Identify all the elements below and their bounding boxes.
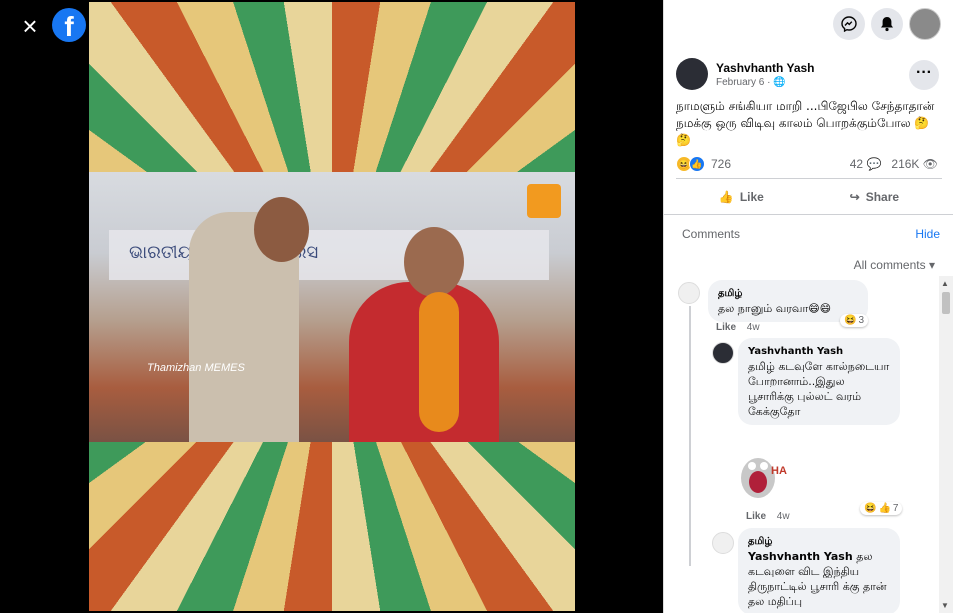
scroll-thumb[interactable] xyxy=(942,292,950,314)
post-date-text[interactable]: February 6 · xyxy=(716,77,773,88)
comment-author[interactable]: தமிழ் xyxy=(748,534,890,549)
comment-author[interactable]: Yashvhanth Yash xyxy=(748,344,890,359)
like-label: Like xyxy=(739,190,764,204)
video-banner-text: ଭାରତୀୟ ଜାତୀୟ କଂଗ୍ରେସ xyxy=(109,230,549,280)
scroll-up-arrow-icon[interactable]: ▲ xyxy=(941,279,949,288)
comments-header: Comments Hide xyxy=(664,214,953,252)
share-arrow-icon: ↪ xyxy=(849,190,860,204)
comment-meta: Like 4w xyxy=(716,322,760,333)
eye-icon: 👁 xyxy=(922,157,938,171)
comment-bubble: Yashvhanth Yash தமிழ் கடவுளே கால்நடையா ப… xyxy=(738,338,900,425)
reaction-icons[interactable]: 😆 👍 xyxy=(676,156,705,172)
messenger-icon[interactable] xyxy=(833,8,865,40)
video-player[interactable]: ଭାରତୀୟ ଜାତୀୟ କଂଗ୍ରେସ Thamizhan MEMES xyxy=(89,2,575,611)
view-count-value: 216K xyxy=(891,157,920,171)
comment-time[interactable]: 4w xyxy=(777,511,790,522)
comments-scrollbar[interactable]: ▲ ▼ xyxy=(939,276,953,613)
comment-reactions[interactable]: 😆 👍 7 xyxy=(860,502,903,515)
comments-list: தமிழ் தல நானும் வரவா😄😄 😆 3 Like 4w Yashv… xyxy=(664,276,940,613)
comment-like-button[interactable]: Like xyxy=(716,322,736,333)
reaction-count[interactable]: 726 xyxy=(711,157,731,171)
like-button[interactable]: 👍 Like xyxy=(719,190,764,204)
video-frame: ଭାରତୀୟ ଜାତୀୟ କଂଗ୍ରେସ Thamizhan MEMES xyxy=(89,172,575,442)
commenter-avatar[interactable] xyxy=(712,342,734,364)
garland xyxy=(419,292,459,432)
post-date[interactable]: February 6 · 🌐 xyxy=(716,77,815,88)
thumbs-up-icon: 👍 xyxy=(718,190,734,204)
close-icon[interactable]: × xyxy=(14,10,46,42)
haha-reaction-icon: 😆 xyxy=(844,315,857,326)
comment-meta: Like 4w xyxy=(746,511,790,522)
comment-text: தல நானும் வரவா😄😄 xyxy=(718,302,832,315)
sticker-text: HA HA xyxy=(771,465,788,477)
haha-reaction-icon: 😆 xyxy=(864,503,877,514)
comment-mention[interactable]: Yashvhanth Yash xyxy=(748,550,853,563)
person-head xyxy=(254,197,309,262)
post-text: நாமளும் சங்கியா மாறி ...பிஜேபில சேந்தாதா… xyxy=(676,99,935,147)
caret-down-icon: ▾ xyxy=(928,258,935,272)
hide-comments-link[interactable]: Hide xyxy=(915,227,940,241)
comment-count[interactable]: 42 💬 xyxy=(850,157,882,171)
scroll-down-arrow-icon[interactable]: ▼ xyxy=(941,601,949,610)
like-reaction-icon: 👍 xyxy=(878,503,891,514)
post-stats: 😆 👍 726 42 💬 216K 👁 xyxy=(676,154,938,174)
top-nav-icons xyxy=(833,8,941,40)
comment-reaction-count: 3 xyxy=(858,315,865,326)
post-sidebar: Yashvhanth Yash February 6 · 🌐 ··· நாமளு… xyxy=(663,0,953,613)
comments-label: Comments xyxy=(682,226,741,241)
more-options-button[interactable]: ··· xyxy=(909,60,939,90)
share-button[interactable]: ↪ Share xyxy=(850,190,899,204)
post-header: Yashvhanth Yash February 6 · 🌐 xyxy=(676,58,815,90)
comment-reaction-count: 7 xyxy=(892,503,899,514)
share-label: Share xyxy=(865,190,900,204)
comment-count-value[interactable]: 42 xyxy=(850,157,863,171)
comment-author[interactable]: தமிழ் xyxy=(718,286,858,301)
facebook-logo-icon[interactable]: f xyxy=(52,8,86,42)
comment-bubble: தமிழ் Yashvhanth Yash தல கடவுளை விட இந்த… xyxy=(738,528,900,613)
thread-line xyxy=(689,306,691,566)
post-author-name[interactable]: Yashvhanth Yash xyxy=(716,61,815,75)
globe-icon: 🌐 xyxy=(773,76,786,88)
like-reaction-icon: 👍 xyxy=(689,156,705,172)
post-actions: 👍 Like ↪ Share xyxy=(676,184,942,210)
divider xyxy=(676,178,942,179)
comment-text: Yashvhanth Yash தல கடவுளை விட இந்திய திர… xyxy=(748,549,890,609)
comment-text: தமிழ் கடவுளே கால்நடையா போறானாம்..இதுல பூ… xyxy=(748,360,890,418)
comment-filter-label: All comments xyxy=(853,258,926,272)
comment-time[interactable]: 4w xyxy=(747,322,760,333)
account-avatar[interactable] xyxy=(909,8,941,40)
comment-filter-dropdown[interactable]: All comments ▾ xyxy=(854,258,935,272)
author-avatar[interactable] xyxy=(676,58,708,90)
video-watermark: Thamizhan MEMES xyxy=(147,362,245,374)
channel-logo-icon xyxy=(527,184,561,218)
commenter-avatar[interactable] xyxy=(678,282,700,304)
media-viewer: × f ଭାରତୀୟ ଜାତୀୟ କଂଗ୍ରେସ Thamizhan MEMES xyxy=(0,0,663,613)
haha-sticker-icon: HA HA xyxy=(741,458,788,498)
comment-like-button[interactable]: Like xyxy=(746,511,766,522)
notifications-bell-icon[interactable] xyxy=(871,8,903,40)
comment-bubble-icon: 💬 xyxy=(866,157,882,171)
comment-reactions[interactable]: 😆 3 xyxy=(840,314,869,327)
commenter-avatar[interactable] xyxy=(712,532,734,554)
view-count: 216K 👁 xyxy=(891,157,938,171)
person-head xyxy=(404,227,464,297)
